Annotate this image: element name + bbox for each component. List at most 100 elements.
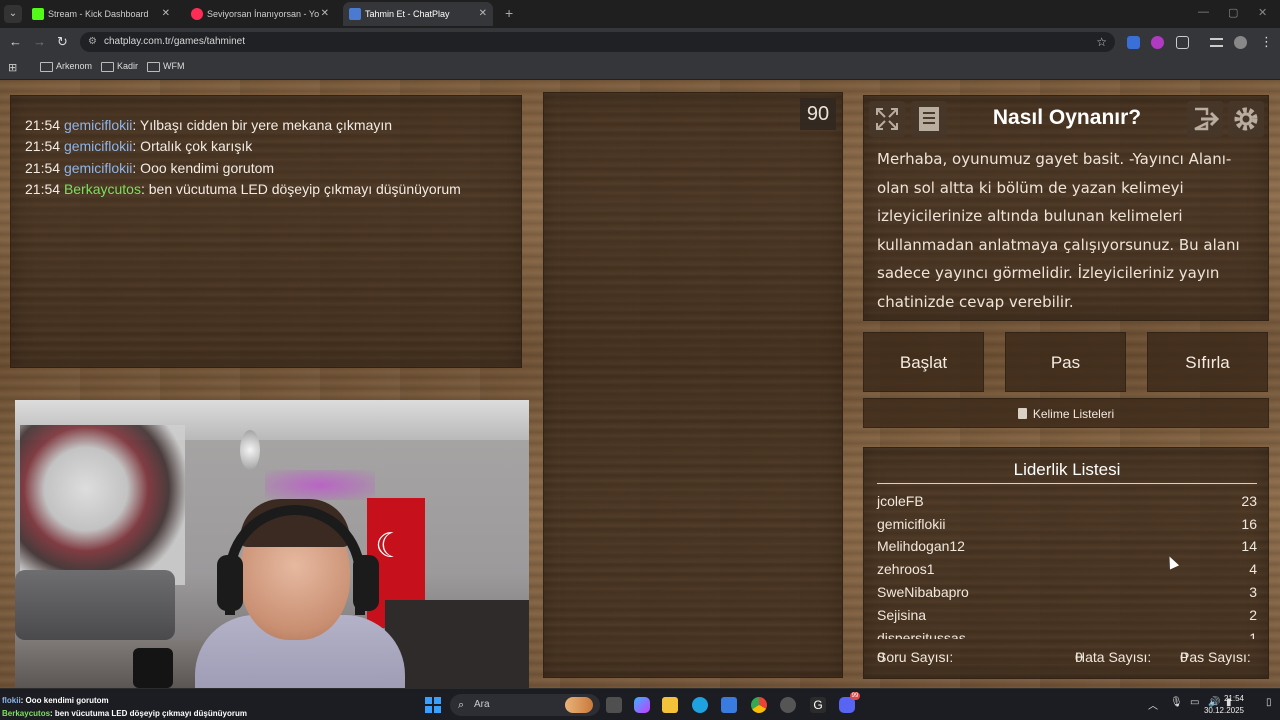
- reset-button[interactable]: Sıfırla: [1147, 332, 1268, 392]
- sofa: [15, 570, 175, 640]
- player-name: Sejisina: [877, 607, 927, 623]
- microphone: [133, 648, 173, 688]
- chat-time: 21:54: [25, 181, 61, 197]
- minimize-icon[interactable]: —: [1198, 6, 1209, 18]
- tab-search-button[interactable]: ⌄: [4, 5, 22, 23]
- chat-text: : Ooo kendimi gorutom: [132, 160, 275, 176]
- chat-panel: 21:54 gemiciflokii: Yılbaşı cidden bir y…: [10, 95, 522, 368]
- player-score: 2: [1249, 607, 1257, 623]
- leaderboard-row: zehroos1 4: [877, 561, 1257, 583]
- back-icon[interactable]: ←: [9, 34, 22, 49]
- bookmark-folder-arkenom[interactable]: Arkenom: [40, 61, 92, 72]
- start-button[interactable]: Başlat: [863, 332, 984, 392]
- widgets-food-icon[interactable]: [565, 697, 593, 713]
- network-icon[interactable]: ▭: [1190, 697, 1199, 708]
- player-name: zehroos1: [877, 561, 935, 577]
- tab-title: Stream - Kick Dashboard: [48, 9, 149, 19]
- show-hidden-icons-icon[interactable]: ︿: [1148, 697, 1158, 712]
- chat-time: 21:54: [25, 160, 61, 176]
- chat-username: gemiciflokii: [63, 117, 133, 133]
- reading-list-icon[interactable]: [1210, 38, 1223, 47]
- chat-message: 21:54 gemiciflokii: Ortalık çok karışık: [25, 138, 252, 154]
- desk: [385, 600, 529, 688]
- word-area-panel: 90: [543, 92, 843, 678]
- player-score: 4: [1249, 561, 1257, 577]
- copilot-icon[interactable]: [634, 697, 650, 713]
- clock-date: 30.12.2025: [1203, 706, 1244, 715]
- chat-message: 21:54 gemiciflokii: Yılbaşı cidden bir y…: [25, 117, 392, 133]
- player-name: gemiciflokii: [877, 516, 946, 532]
- how-to-play-panel: Nasıl Oynanır? Merhaba, oyunumuz gayet b…: [863, 95, 1269, 321]
- divider: [877, 483, 1257, 484]
- player-name: dispersitussas: [877, 630, 966, 639]
- maximize-icon[interactable]: ▢: [1228, 6, 1238, 19]
- wall-art: [20, 425, 185, 585]
- chat-time: 21:54: [25, 117, 61, 133]
- system-clock[interactable]: 21:54 30.12.2025: [1204, 693, 1244, 717]
- tab-title: Seviyorsan İnanıyorsan - Yo: [207, 9, 320, 19]
- url-input[interactable]: ⚙ chatplay.com.tr/games/tahminet ☆: [80, 32, 1115, 52]
- chat-username: Berkaycutos: [63, 181, 141, 197]
- forward-icon[interactable]: →: [33, 34, 46, 49]
- tab-title: Tahmin Et - ChatPlay: [365, 9, 450, 19]
- reload-icon[interactable]: ↻: [57, 34, 68, 50]
- pass-button[interactable]: Pas: [1005, 332, 1126, 392]
- bookmark-star-icon[interactable]: ☆: [1096, 32, 1107, 52]
- windows-start-icon[interactable]: [425, 697, 441, 713]
- clock-time: 21:54: [1223, 694, 1244, 703]
- leaderboard-row: Sejisina 2: [877, 607, 1257, 629]
- word-lists-button[interactable]: Kelime Listeleri: [863, 398, 1269, 428]
- task-view-icon[interactable]: [606, 697, 622, 713]
- file-explorer-icon[interactable]: [662, 697, 678, 713]
- word-lists-label: Kelime Listeleri: [1032, 407, 1115, 421]
- youtube-favicon-icon: [191, 8, 203, 20]
- close-tab-icon[interactable]: ✕: [479, 2, 487, 26]
- player-score: 3: [1249, 584, 1257, 600]
- microphone-icon[interactable]: 🎙: [1170, 697, 1183, 708]
- chat-username: gemiciflokii: [63, 160, 133, 176]
- player-name: jcoleFB: [877, 493, 924, 509]
- player-score: 1: [1249, 630, 1257, 639]
- tab-chatplay[interactable]: Tahmin Et - ChatPlay ✕: [343, 2, 493, 26]
- close-tab-icon[interactable]: ✕: [162, 2, 170, 26]
- tab-kick-dashboard[interactable]: Stream - Kick Dashboard ✕: [26, 2, 176, 26]
- leaderboard-row-partial: dispersitussas 1: [877, 627, 1257, 639]
- leaderboard-row: SweNibabapro 3: [877, 584, 1257, 606]
- translate-extension-icon[interactable]: [1127, 36, 1140, 49]
- chat-message: 21:54 Berkaycutos: ben vücutuma LED döşe…: [25, 181, 461, 197]
- chat-username: gemiciflokii: [63, 138, 133, 154]
- site-info-icon[interactable]: ⚙: [88, 32, 97, 52]
- store-icon[interactable]: [721, 697, 737, 713]
- notification-bell-icon[interactable]: ▯: [1266, 697, 1272, 708]
- extensions-puzzle-icon[interactable]: [1176, 36, 1189, 49]
- player-score: 14: [1241, 538, 1257, 554]
- chat-time: 21:54: [25, 138, 61, 154]
- close-window-icon[interactable]: ✕: [1258, 6, 1267, 19]
- chat-message: 21:54 gemiciflokii: Ooo kendimi gorutom: [25, 160, 274, 176]
- exit-icon[interactable]: [1187, 101, 1223, 137]
- tab-youtube[interactable]: Seviyorsan İnanıyorsan - Yo ✕: [185, 2, 335, 26]
- extension-icon[interactable]: [1151, 36, 1164, 49]
- leaderboard-title: Liderlik Listesi: [1013, 460, 1121, 479]
- bookmark-folder-kadir[interactable]: Kadir: [101, 61, 138, 72]
- obs-icon[interactable]: [780, 697, 796, 713]
- new-tab-icon[interactable]: +: [505, 5, 513, 21]
- windows-taskbar: flokii: Ooo kendimi gorutom Berkaycutos:…: [0, 688, 1280, 720]
- app-icon[interactable]: G: [810, 697, 826, 713]
- bookmarks-bar: ⊞ Arkenom Kadir WFM: [0, 56, 1280, 80]
- search-icon: ⌕: [458, 699, 465, 711]
- profile-avatar[interactable]: [1234, 36, 1247, 49]
- leaderboard-row: jcoleFB 23: [877, 493, 1257, 515]
- clipboard-icon: [1017, 408, 1027, 419]
- bookmark-folder-wfm[interactable]: WFM: [147, 61, 185, 72]
- apps-grid-icon[interactable]: ⊞: [8, 61, 17, 74]
- chat-text: : Ortalık çok karışık: [132, 138, 253, 154]
- browser-menu-icon[interactable]: ⋮: [1260, 34, 1273, 50]
- browser-tab-bar: ⌄ Stream - Kick Dashboard ✕ Seviyorsan İ…: [0, 0, 1280, 28]
- close-tab-icon[interactable]: ✕: [321, 2, 329, 26]
- settings-gear-icon[interactable]: [1228, 101, 1264, 137]
- ceiling-lamp: [240, 430, 260, 470]
- edge-icon[interactable]: [692, 697, 708, 713]
- streamer: [195, 495, 405, 688]
- chrome-icon[interactable]: [751, 697, 767, 713]
